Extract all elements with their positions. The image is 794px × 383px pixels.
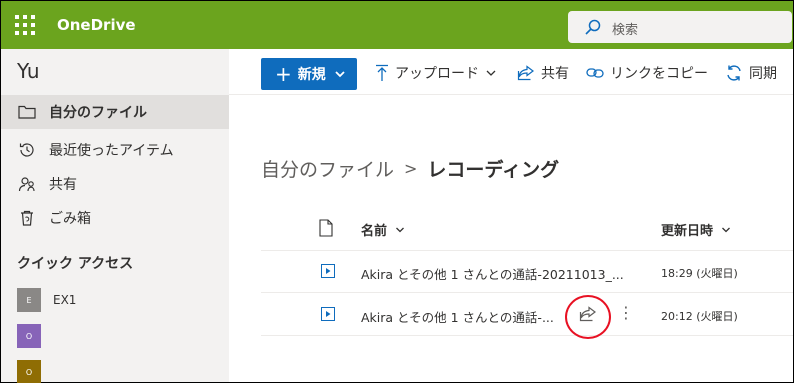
quick-access-item[interactable]: E EX1 xyxy=(17,287,227,313)
chevron-down-icon xyxy=(721,227,730,233)
app-launcher-icon[interactable] xyxy=(15,15,35,35)
chevron-down-icon xyxy=(395,227,404,233)
search-placeholder: 検索 xyxy=(612,23,639,38)
nav-item-label: 自分のファイル xyxy=(49,105,147,121)
upload-icon xyxy=(376,64,388,81)
upload-button[interactable]: アップロード xyxy=(375,61,497,85)
nav-item-recycle-bin[interactable]: ごみ箱 xyxy=(1,201,229,235)
nav-item-shared[interactable]: 共有 xyxy=(1,167,229,201)
copy-link-label: リンクをコピー xyxy=(610,66,708,82)
new-button[interactable]: + 新規 xyxy=(261,58,357,90)
nav-item-recent[interactable]: 最近使ったアイテム xyxy=(1,133,229,167)
search-icon xyxy=(585,19,601,35)
search-box[interactable]: 検索 xyxy=(568,11,792,43)
share-label: 共有 xyxy=(541,66,569,82)
new-button-label: 新規 xyxy=(297,67,326,83)
share-icon xyxy=(517,65,534,81)
quick-access-item[interactable]: O xyxy=(17,323,227,349)
chevron-down-icon xyxy=(486,70,496,76)
plus-icon: + xyxy=(275,62,292,86)
nav-item-my-files[interactable]: 自分のファイル xyxy=(1,95,229,129)
breadcrumb-current: レコーディング xyxy=(427,159,560,181)
recycle-bin-icon xyxy=(17,208,37,228)
file-name[interactable]: Akira とその他 1 さんとの通話-... xyxy=(361,307,566,326)
site-badge: O xyxy=(17,360,41,383)
nav-item-label: 最近使ったアイテム xyxy=(49,143,174,159)
top-bar: OneDrive 検索 xyxy=(1,1,793,49)
video-file-icon xyxy=(321,307,335,321)
sync-icon xyxy=(727,65,741,81)
chevron-right-icon: > xyxy=(404,159,418,178)
more-options-icon[interactable]: ⋮ xyxy=(618,305,634,321)
highlight-circle xyxy=(565,295,611,339)
folder-icon xyxy=(17,102,37,122)
file-modified: 18:29 (火曜日) xyxy=(661,267,738,280)
breadcrumb-parent[interactable]: 自分のファイル xyxy=(261,155,394,182)
site-badge: O xyxy=(17,324,41,348)
left-nav: Yu 自分のファイル 最近使ったアイテム 共有 ごみ箱 クイック アクセス E … xyxy=(1,49,229,383)
file-modified: 20:12 (火曜日) xyxy=(661,310,738,323)
app-title[interactable]: OneDrive xyxy=(57,16,136,34)
nav-item-label: ごみ箱 xyxy=(49,211,91,227)
video-file-icon xyxy=(321,264,335,278)
column-header-name-label: 名前 xyxy=(361,224,388,239)
user-name: Yu xyxy=(17,59,40,83)
quick-access-title: クイック アクセス xyxy=(17,256,134,272)
file-name[interactable]: Akira とその他 1 さんとの通話-20211013_... xyxy=(361,264,636,283)
history-icon xyxy=(17,140,37,160)
command-bar: + 新規 アップロード 共有 リンクをコピー 同期 xyxy=(229,49,793,95)
quick-access-item[interactable]: O xyxy=(17,359,227,383)
column-header-modified-label: 更新日時 xyxy=(661,224,714,239)
people-icon xyxy=(17,174,37,194)
file-type-icon[interactable] xyxy=(319,219,333,237)
link-icon xyxy=(586,68,604,78)
breadcrumb: 自分のファイル > レコーディング xyxy=(261,155,559,182)
file-list-header: 名前 更新日時 xyxy=(261,207,793,251)
table-row[interactable]: Akira とその他 1 さんとの通話-... ⋮ 20:12 (火曜日) xyxy=(261,294,793,336)
upload-label: アップロード xyxy=(395,66,479,82)
copy-link-button[interactable]: リンクをコピー xyxy=(586,61,708,85)
sync-label: 同期 xyxy=(749,66,777,82)
chevron-down-icon xyxy=(335,71,345,78)
sync-button[interactable]: 同期 xyxy=(725,61,777,85)
table-row[interactable]: Akira とその他 1 さんとの通話-20211013_... 18:29 (… xyxy=(261,251,793,293)
share-button[interactable]: 共有 xyxy=(517,61,569,85)
quick-access-label: EX1 xyxy=(53,293,77,307)
nav-item-label: 共有 xyxy=(49,177,77,193)
column-header-modified[interactable]: 更新日時 xyxy=(661,220,731,239)
site-badge: E xyxy=(17,288,41,312)
column-header-name[interactable]: 名前 xyxy=(361,220,405,239)
